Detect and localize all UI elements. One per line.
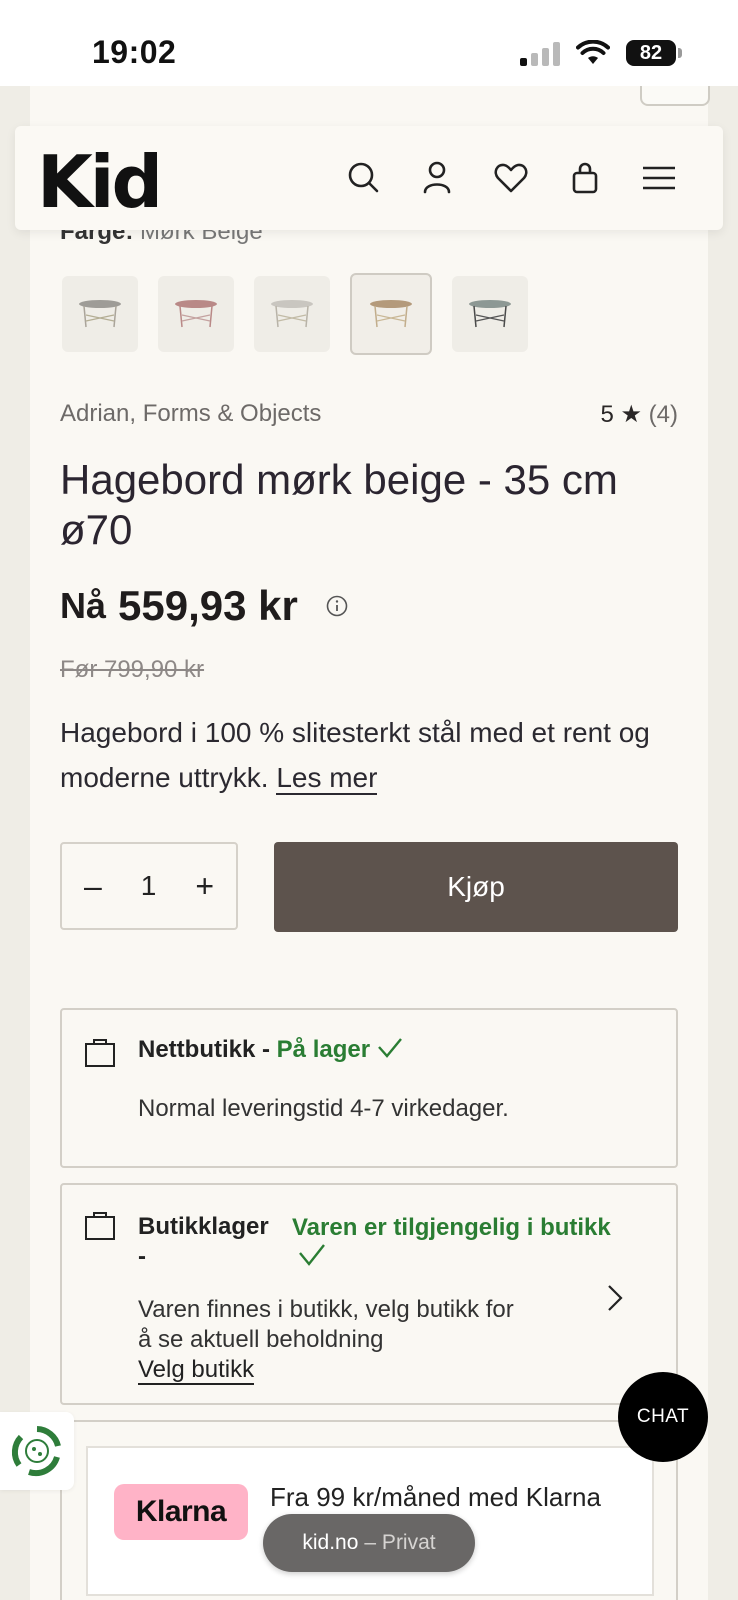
swatch-light-gray[interactable] (254, 276, 330, 352)
price: 559,93 kr (118, 582, 298, 629)
info-icon[interactable] (326, 595, 348, 617)
store-stock-title-dash: - (138, 1243, 146, 1270)
bag-icon (85, 1212, 115, 1240)
store-stock-text-line-1: Varen finnes i butikk, velg butikk for (138, 1296, 514, 1323)
quantity-value[interactable]: 1 (141, 870, 157, 902)
chevron-right-icon[interactable] (606, 1283, 624, 1313)
online-stock-title: Nettbutikk - På lager (138, 1036, 403, 1064)
online-stock-box: Nettbutikk - På lager Normal leveringsti… (60, 1008, 678, 1168)
increase-button[interactable]: + (195, 868, 214, 905)
product-title: Hagebord mørk beige - 35 cm ø70 (60, 456, 618, 553)
status-time: 19:02 (92, 34, 177, 70)
store-stock-text: Varen finnes i butikk, velg butikk for å… (138, 1295, 514, 1385)
product-description: Hagebord i 100 % slitesterkt stål med et… (60, 710, 680, 800)
rating-value: 5 ★ (600, 401, 642, 428)
status-bar: 19:02 82 (0, 0, 738, 86)
review-count: (4) (648, 401, 678, 428)
product-brand[interactable]: Adrian, Forms & Objects (60, 400, 321, 428)
url-mode: – Privat (364, 1531, 436, 1554)
url-bar[interactable]: kid.no – Privat (263, 1514, 475, 1572)
swatch-slate[interactable] (452, 276, 528, 352)
quantity-stepper: – 1 + (60, 842, 238, 930)
price-row: Nå 559,93 kr (60, 582, 348, 630)
check-icon (299, 1244, 325, 1266)
store-stock-status-text: Varen er tilgjengelig i butikk (292, 1214, 611, 1241)
wifi-icon (576, 40, 610, 64)
signal-icon (520, 40, 560, 66)
old-price: Før 799,90 kr (60, 656, 205, 683)
online-stock-label: Nettbutikk - (138, 1036, 270, 1063)
buy-button[interactable]: Kjøp (274, 842, 678, 932)
choose-store-link[interactable]: Velg butikk (138, 1356, 255, 1385)
decrease-button[interactable]: – (84, 868, 102, 905)
swatch-dark-beige-selected[interactable] (350, 273, 432, 355)
klarna-box: Klarna Fra 99 kr/måned med Klarna (60, 1420, 678, 1600)
scroll-tab (640, 86, 710, 106)
read-more-link[interactable]: Les mer (276, 762, 378, 795)
search-icon[interactable] (343, 158, 383, 198)
menu-icon[interactable] (639, 158, 679, 198)
user-icon[interactable] (417, 158, 457, 198)
swatch-rose[interactable] (158, 276, 234, 352)
online-stock-text: Normal leveringstid 4-7 virkedager. (138, 1095, 509, 1122)
recycle-icon (11, 1426, 61, 1477)
url-domain: kid.no (302, 1531, 359, 1554)
logo[interactable]: Kid (37, 140, 163, 224)
klarna-logo: Klarna (114, 1484, 248, 1540)
klarna-text: Fra 99 kr/måned med Klarna (270, 1482, 601, 1512)
price-prefix: Nå (60, 585, 107, 626)
store-stock-title: Butikklager (138, 1213, 269, 1240)
online-stock-status: På lager (276, 1036, 371, 1063)
store-stock-text-line-2: å se aktuell beholdning (138, 1326, 384, 1353)
color-swatches (62, 273, 528, 355)
swatch-gray[interactable] (62, 276, 138, 352)
battery-icon: 82 (626, 40, 682, 66)
bag-icon[interactable] (565, 158, 605, 198)
chat-button[interactable]: CHAT (618, 1372, 708, 1462)
recycle-badge[interactable] (0, 1412, 74, 1490)
heart-icon[interactable] (491, 158, 531, 198)
status-icons: 82 (520, 40, 682, 66)
store-stock-box[interactable]: Butikklager - Varen er tilgjengelig i bu… (60, 1183, 678, 1405)
check-icon (377, 1038, 402, 1058)
bag-icon (85, 1039, 115, 1067)
site-header: Kid (15, 126, 723, 230)
store-stock-status: Varen er tilgjengelig i butikk (292, 1213, 642, 1267)
product-rating[interactable]: 5 ★ (4) (600, 400, 678, 429)
